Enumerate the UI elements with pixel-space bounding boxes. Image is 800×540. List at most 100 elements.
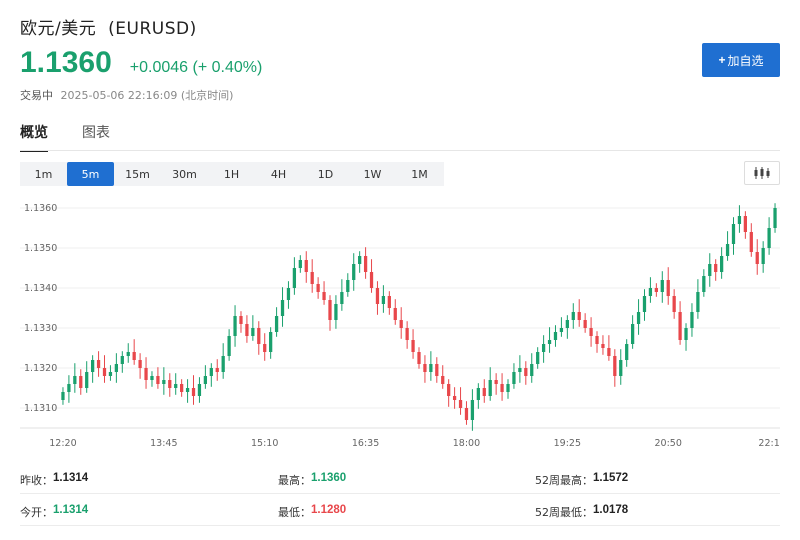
stats-row: 昨收： 1.1314 最高： 1.1360 52周最高： 1.1572	[20, 462, 780, 494]
candle-body	[263, 344, 267, 352]
candle-body	[494, 380, 498, 384]
view-tabs: 概览 图表	[20, 122, 144, 152]
stat-high: 最高： 1.1360	[278, 472, 346, 488]
current-price: 1.1360	[20, 46, 112, 79]
x-tick-label: 15:10	[251, 438, 278, 449]
stats-panel: 昨收： 1.1314 最高： 1.1360 52周最高： 1.1572 今开： …	[20, 462, 780, 526]
candle-body	[369, 272, 374, 288]
candle-body	[524, 368, 528, 376]
candle-body	[346, 280, 350, 292]
candle-body	[126, 352, 130, 356]
chart-type-toggle[interactable]	[744, 161, 780, 185]
candle-body	[625, 344, 629, 360]
candle-body	[304, 260, 308, 272]
status-timezone: (北京时间)	[180, 89, 234, 102]
stat-value: 1.1314	[53, 472, 89, 484]
candle-body	[328, 300, 332, 320]
candle-body	[150, 376, 154, 380]
candle-body	[666, 280, 670, 296]
candle-body	[239, 316, 243, 324]
candle-body	[286, 288, 291, 300]
price-row: 1.1360 +0.0046 (+ 0.40%)	[20, 46, 262, 80]
candle-body	[168, 380, 172, 388]
candle-body	[482, 388, 486, 396]
candle-body	[191, 388, 196, 396]
stat-label: 昨收：	[20, 474, 53, 487]
candle-body	[553, 332, 558, 340]
x-tick-label: 20:50	[655, 438, 682, 449]
stat-52w-high: 52周最高： 1.1572	[535, 472, 628, 488]
timeframe-1m[interactable]: 1m	[20, 162, 67, 186]
candle-body	[245, 324, 249, 336]
candle-body	[138, 360, 142, 368]
candle-body	[518, 368, 522, 372]
candle-body	[648, 288, 653, 296]
tab-chart[interactable]: 图表	[82, 122, 110, 152]
candle-body	[660, 280, 664, 292]
stat-value: 1.1572	[593, 472, 629, 484]
candle-body	[233, 316, 237, 336]
timeframe-1w[interactable]: 1W	[349, 162, 396, 186]
candle-body	[251, 328, 255, 336]
candle-body	[559, 328, 564, 332]
candle-body	[506, 384, 510, 392]
timeframe-4h[interactable]: 4H	[255, 162, 302, 186]
candle-body	[180, 384, 184, 392]
candle-body	[654, 288, 658, 292]
x-tick-label: 12:20	[49, 438, 76, 449]
candle-body	[227, 336, 231, 356]
candle-body	[613, 356, 617, 376]
tabs-divider	[20, 150, 780, 151]
candle-body	[530, 364, 534, 376]
candle-body	[334, 304, 338, 320]
candle-body	[280, 300, 285, 316]
candle-body	[719, 256, 724, 272]
candle-body	[547, 340, 552, 344]
candle-body	[464, 408, 469, 420]
candle-body	[690, 312, 694, 328]
candle-body	[375, 288, 380, 304]
candle-body	[684, 328, 688, 340]
candle-body	[274, 316, 279, 332]
candle-body	[488, 380, 492, 396]
y-tick-label: 1.1310	[24, 403, 57, 414]
candle-body	[630, 324, 635, 344]
candle-body	[156, 376, 160, 384]
candle-body	[636, 312, 641, 324]
candle-body	[310, 272, 314, 284]
price-chart[interactable]: 1.1360 1.1350 1.1340 1.1330 1.1320 1.1310 12:2…	[20, 196, 780, 456]
candle-body	[696, 292, 700, 312]
stat-label: 最高：	[278, 474, 311, 487]
candle-body	[773, 208, 777, 228]
candle-body	[411, 340, 415, 352]
candle-body	[743, 216, 747, 232]
plus-icon: +	[718, 53, 726, 67]
tab-overview[interactable]: 概览	[20, 122, 48, 152]
timeframe-1mo[interactable]: 1M	[396, 162, 443, 186]
stat-label: 今开：	[20, 506, 53, 519]
candle-body	[476, 388, 480, 400]
add-to-watchlist-button[interactable]: + 加自选	[702, 43, 780, 77]
candle-body	[702, 276, 706, 292]
change-percent: (+ 0.40%)	[192, 59, 263, 76]
candle-body	[607, 348, 611, 356]
timeframe-5m[interactable]: 5m	[67, 162, 114, 186]
candle-body	[512, 372, 516, 384]
timeframe-1h[interactable]: 1H	[208, 162, 255, 186]
timeframe-30m[interactable]: 30m	[161, 162, 208, 186]
candle-body	[85, 372, 89, 388]
candle-body	[737, 216, 742, 224]
instrument-symbol: (EURUSD)	[108, 19, 197, 39]
candle-body	[197, 384, 202, 396]
stat-prev-close: 昨收： 1.1314	[20, 472, 88, 488]
candle-body	[678, 312, 682, 340]
candle-body	[541, 344, 546, 352]
candle-body	[708, 264, 712, 276]
timeframe-15m[interactable]: 15m	[114, 162, 161, 186]
candle-body	[761, 248, 765, 264]
change-value: +0.0046	[129, 59, 189, 76]
candle-body	[749, 232, 753, 252]
x-tick-label: 22:1	[758, 438, 779, 449]
candle-body	[114, 364, 119, 372]
timeframe-1d[interactable]: 1D	[302, 162, 349, 186]
